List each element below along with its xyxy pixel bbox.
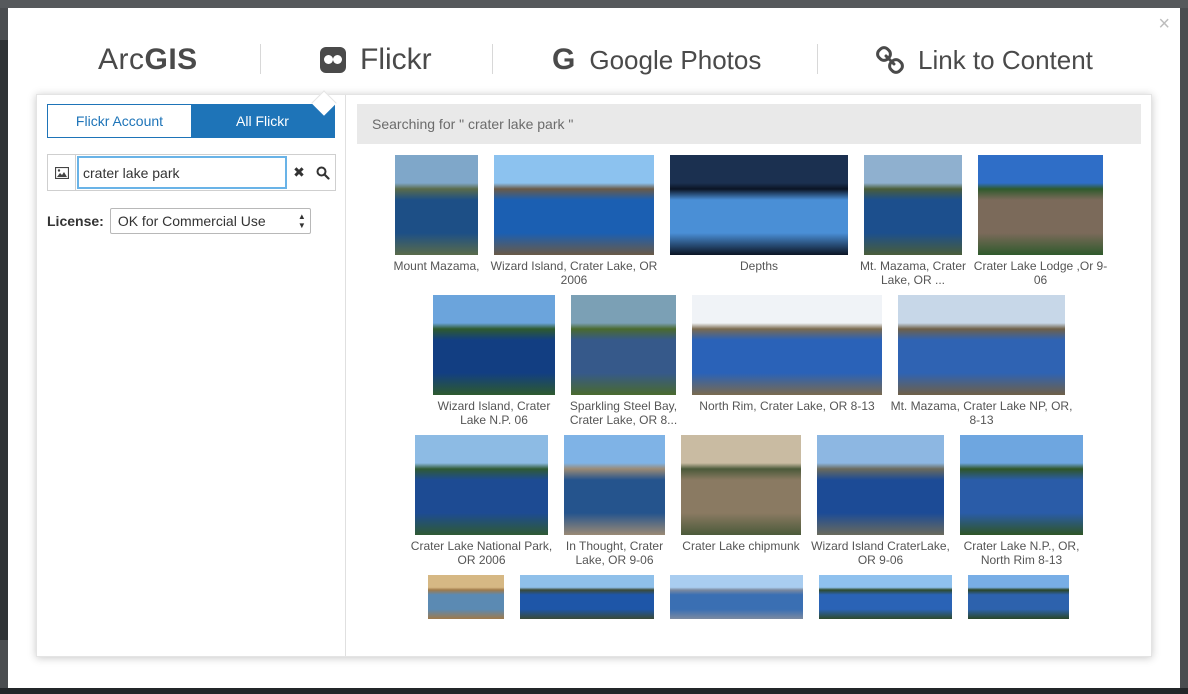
photo-image bbox=[670, 155, 848, 255]
result-thumbnail[interactable]: North Rim, Crater Lake, OR 8-13 bbox=[692, 295, 882, 413]
photo-image bbox=[978, 155, 1103, 255]
photo-image bbox=[520, 575, 654, 619]
all-flickr-button[interactable]: All Flickr bbox=[191, 105, 334, 137]
result-thumbnail[interactable] bbox=[520, 575, 654, 619]
photo-image bbox=[968, 575, 1069, 619]
result-caption: Mt. Mazama, Crater Lake NP, OR, 8-13 bbox=[890, 399, 1073, 427]
google-icon: G bbox=[552, 43, 576, 76]
clear-icon[interactable]: ✖ bbox=[287, 164, 311, 181]
tab-arcgis-suffix: GIS bbox=[144, 43, 198, 76]
result-caption: Wizard Island, Crater Lake N.P. 06 bbox=[437, 399, 551, 427]
photo-image bbox=[670, 575, 803, 619]
result-thumbnail[interactable] bbox=[670, 575, 803, 619]
result-caption: Mt. Mazama, Crater Lake, OR ... bbox=[859, 259, 967, 287]
result-thumbnail[interactable] bbox=[819, 575, 952, 619]
flickr-panel: Flickr Account All Flickr ✖ bbox=[36, 94, 1152, 657]
photo-image bbox=[864, 155, 962, 255]
tab-google-label: Google Photos bbox=[589, 44, 762, 75]
result-thumbnail[interactable]: Depths bbox=[670, 155, 848, 273]
result-caption: Mount Mazama, bbox=[393, 259, 480, 273]
source-tabs: ArcGIS Flickr G Google Photos Link to Co… bbox=[8, 38, 1180, 82]
result-thumbnail[interactable]: Mt. Mazama, Crater Lake, OR ... bbox=[860, 155, 966, 287]
result-thumbnail[interactable] bbox=[428, 575, 504, 619]
result-thumbnail[interactable]: Crater Lake N.P., OR, North Rim 8-13 bbox=[960, 435, 1083, 567]
result-caption: Sparkling Steel Bay, Crater Lake, OR 8..… bbox=[569, 399, 678, 427]
result-thumbnail[interactable]: Wizard Island, Crater Lake, OR 2006 bbox=[491, 155, 657, 287]
tab-flickr[interactable]: Flickr bbox=[320, 38, 432, 82]
search-icon[interactable] bbox=[311, 166, 335, 180]
results-grid: Mount Mazama, Wizard Island, Crater Lake,… bbox=[357, 155, 1141, 655]
result-thumbnail[interactable]: Wizard Island CraterLake, OR 9-06 bbox=[811, 435, 950, 567]
photo-image bbox=[960, 435, 1083, 535]
result-caption: Crater Lake N.P., OR, North Rim 8-13 bbox=[963, 539, 1080, 567]
result-caption: Wizard Island, Crater Lake, OR 2006 bbox=[490, 259, 658, 287]
result-caption: In Thought, Crater Lake, OR 9-06 bbox=[565, 539, 664, 567]
tab-arcgis-prefix: Arc bbox=[98, 43, 145, 76]
photo-image bbox=[817, 435, 944, 535]
photo-image bbox=[898, 295, 1065, 395]
tab-arcgis-label: ArcGIS bbox=[98, 43, 198, 77]
tab-link-to-content[interactable]: Link to Content bbox=[876, 38, 1093, 82]
result-thumbnail[interactable]: Wizard Island, Crater Lake N.P. 06 bbox=[433, 295, 555, 427]
license-value: OK for Commercial Use bbox=[117, 213, 266, 229]
photo-image bbox=[571, 295, 676, 395]
result-thumbnail[interactable] bbox=[968, 575, 1069, 619]
license-row: License: OK for Commercial Use ▲ ▼ bbox=[47, 208, 311, 234]
photo-image bbox=[692, 295, 882, 395]
result-caption: Crater Lake Lodge ,Or 9-06 bbox=[973, 259, 1108, 287]
result-thumbnail[interactable]: Mt. Mazama, Crater Lake NP, OR, 8-13 bbox=[891, 295, 1072, 427]
background-toolbar bbox=[0, 0, 1188, 8]
tab-google-photos[interactable]: G Google Photos bbox=[552, 38, 761, 82]
background-footer bbox=[0, 688, 1188, 694]
photo-image bbox=[494, 155, 654, 255]
search-input[interactable] bbox=[77, 156, 287, 189]
result-thumbnail[interactable]: Mount Mazama, bbox=[393, 155, 480, 273]
photo-image bbox=[428, 575, 504, 619]
image-icon bbox=[48, 155, 76, 190]
photo-image bbox=[395, 155, 478, 255]
tab-divider bbox=[492, 44, 493, 74]
result-caption: Crater Lake chipmunk bbox=[682, 539, 800, 553]
tab-arcgis[interactable]: ArcGIS bbox=[98, 38, 198, 82]
license-select[interactable]: OK for Commercial Use ▲ ▼ bbox=[109, 208, 311, 234]
background-sidebar bbox=[0, 40, 8, 640]
result-caption: North Rim, Crater Lake, OR 8-13 bbox=[699, 399, 875, 413]
search-options-pane: Flickr Account All Flickr ✖ bbox=[37, 95, 346, 656]
result-caption: Crater Lake National Park, OR 2006 bbox=[410, 539, 553, 567]
flickr-scope-toggle: Flickr Account All Flickr bbox=[47, 104, 335, 138]
search-box: ✖ bbox=[47, 154, 336, 191]
flickr-account-button[interactable]: Flickr Account bbox=[48, 105, 191, 137]
link-icon bbox=[876, 46, 904, 74]
result-thumbnail[interactable]: In Thought, Crater Lake, OR 9-06 bbox=[564, 435, 665, 567]
photo-image bbox=[433, 295, 555, 395]
photo-image bbox=[819, 575, 952, 619]
search-status-bar: Searching for " crater lake park " bbox=[357, 104, 1141, 144]
select-arrows-icon: ▲ ▼ bbox=[297, 212, 306, 230]
tab-link-label: Link to Content bbox=[918, 44, 1093, 75]
photo-image bbox=[681, 435, 801, 535]
result-thumbnail[interactable]: Sparkling Steel Bay, Crater Lake, OR 8..… bbox=[570, 295, 677, 427]
close-button[interactable]: × bbox=[1158, 14, 1170, 34]
tab-divider bbox=[260, 44, 261, 74]
flickr-icon bbox=[320, 47, 346, 73]
photo-image bbox=[415, 435, 548, 535]
result-thumbnail[interactable]: Crater Lake National Park, OR 2006 bbox=[411, 435, 552, 567]
license-label: License: bbox=[47, 213, 104, 229]
result-caption: Wizard Island CraterLake, OR 9-06 bbox=[811, 539, 950, 567]
result-thumbnail[interactable]: Crater Lake chipmunk bbox=[681, 435, 801, 553]
tab-flickr-label: Flickr bbox=[360, 43, 432, 76]
photo-image bbox=[564, 435, 665, 535]
add-image-dialog: × ArcGIS Flickr G Google Photos Link to … bbox=[8, 8, 1180, 688]
result-thumbnail[interactable]: Crater Lake Lodge ,Or 9-06 bbox=[974, 155, 1107, 287]
tab-divider bbox=[817, 44, 818, 74]
result-caption: Depths bbox=[739, 259, 779, 273]
